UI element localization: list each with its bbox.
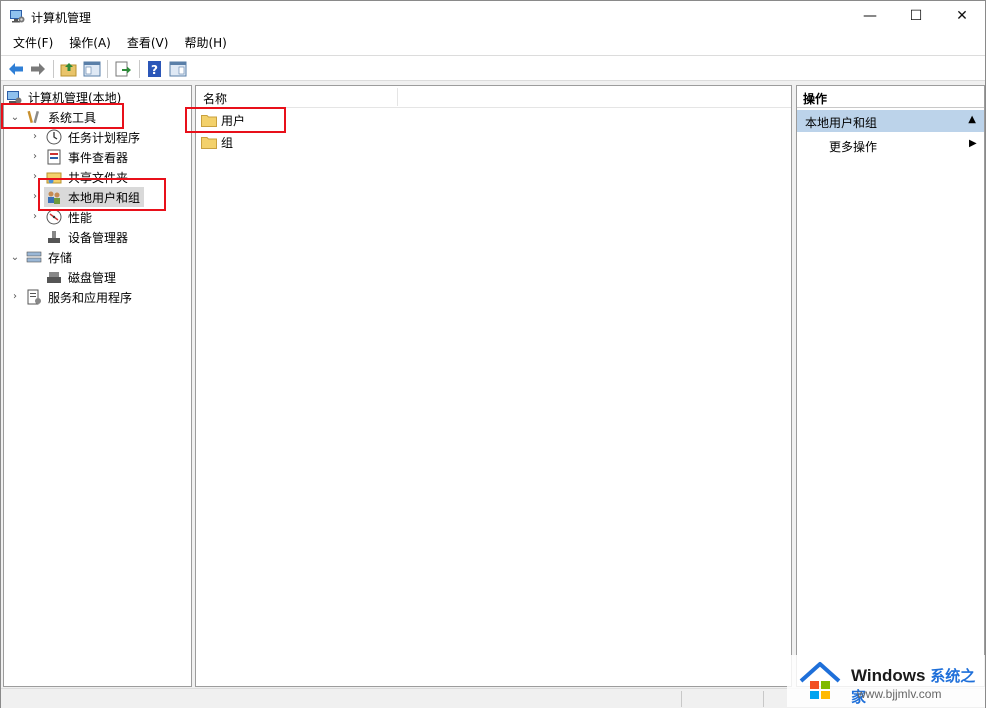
column-header-name[interactable]: 名称 — [203, 90, 227, 107]
status-divider — [763, 691, 764, 707]
tree-label-performance: 性能 — [68, 210, 93, 225]
expand-chevron-icon[interactable]: › — [10, 291, 20, 303]
tree-label-services-apps: 服务和应用程序 — [48, 290, 133, 305]
tools-icon — [27, 110, 40, 124]
result-list-pane[interactable]: 名称 用户 组 — [195, 85, 792, 687]
actions-pane: 操作 本地用户和组 ▲ 更多操作 ▶ — [796, 85, 985, 687]
expand-chevron-icon[interactable]: › — [30, 191, 40, 203]
windows-house-logo-icon — [799, 662, 841, 699]
expand-chevron-icon[interactable]: › — [30, 131, 40, 143]
up-folder-icon[interactable] — [60, 60, 78, 78]
device-manager-icon — [48, 231, 60, 243]
storage-icon — [26, 251, 42, 263]
tree-item-task-scheduler[interactable]: 任务计划程序 — [46, 127, 142, 147]
column-header: 名称 — [196, 86, 791, 108]
tree-item-performance[interactable]: 性能 — [46, 207, 94, 227]
tree-label-device-manager: 设备管理器 — [68, 230, 129, 245]
actions-group-local-users-groups[interactable]: 本地用户和组 ▲ — [797, 110, 984, 132]
console-tree-pane[interactable]: 计算机管理(本地) ⌄ 系统工具 › 任务计划程序 › 事件查看器 › 共享文件… — [3, 85, 192, 687]
toolbar-separator — [107, 60, 108, 78]
tree-label-disk-management: 磁盘管理 — [68, 270, 117, 285]
tree-label-shared-folders: 共享文件夹 — [68, 170, 129, 185]
users-group-icon — [48, 191, 60, 204]
list-item-label: 组 — [221, 135, 234, 150]
title-bar: 计算机管理 — ☐ ✕ — [1, 1, 985, 31]
toolbar-separator — [139, 60, 140, 78]
expand-chevron-icon[interactable]: › — [30, 211, 40, 223]
menu-file[interactable]: 文件(F) — [5, 31, 61, 55]
clock-icon — [46, 129, 62, 145]
menu-bar: 文件(F) 操作(A) 查看(V) 帮助(H) — [1, 31, 985, 55]
toolbar-separator — [53, 60, 54, 78]
svg-text:?: ? — [151, 63, 158, 77]
tree-item-storage[interactable]: 存储 — [26, 247, 74, 267]
services-icon — [27, 289, 41, 305]
tree-item-root[interactable]: 计算机管理(本地) — [6, 87, 123, 107]
computer-management-icon — [10, 10, 25, 23]
collapse-chevron-icon[interactable]: ⌄ — [10, 252, 20, 264]
more-actions-item[interactable]: 更多操作 — [829, 138, 877, 155]
actions-header: 操作 — [797, 86, 984, 108]
tree-label-system-tools: 系统工具 — [48, 110, 97, 125]
properties-icon[interactable] — [169, 60, 187, 78]
export-list-icon[interactable] — [114, 60, 132, 78]
expand-chevron-icon[interactable]: › — [30, 171, 40, 183]
watermark: Windows 系统之家 www.bjjmlv.com — [787, 655, 985, 707]
tree-label-task-scheduler: 任务计划程序 — [68, 130, 141, 145]
tree-label-event-viewer: 事件查看器 — [68, 150, 129, 165]
list-item-users[interactable]: 用户 — [201, 110, 245, 130]
folder-icon — [201, 114, 217, 127]
tree-item-shared-folders[interactable]: 共享文件夹 — [46, 167, 130, 187]
tree-label-storage: 存储 — [48, 250, 73, 265]
show-hide-tree-icon[interactable] — [83, 60, 101, 78]
column-divider[interactable] — [397, 88, 398, 106]
computer-management-window: 计算机管理 — ☐ ✕ 文件(F) 操作(A) 查看(V) 帮助(H) ? 计算… — [0, 0, 986, 708]
tree-label-root: 计算机管理(本地) — [28, 90, 122, 105]
tree-item-local-users-groups[interactable]: 本地用户和组 — [44, 187, 145, 207]
watermark-url: www.bjjmlv.com — [857, 687, 942, 701]
tree-item-event-viewer[interactable]: 事件查看器 — [46, 147, 130, 167]
tree-item-system-tools[interactable]: 系统工具 — [26, 107, 98, 127]
toolbar: ? — [1, 55, 985, 81]
collapse-chevron-icon[interactable]: ⌄ — [10, 112, 20, 124]
computer-management-icon — [7, 91, 22, 104]
shared-folder-icon — [46, 172, 62, 184]
close-button[interactable]: ✕ — [939, 1, 985, 31]
menu-view[interactable]: 查看(V) — [119, 31, 177, 55]
forward-icon[interactable] — [29, 60, 47, 78]
folder-icon — [201, 136, 217, 149]
tree-item-device-manager[interactable]: 设备管理器 — [46, 227, 130, 247]
status-divider — [681, 691, 682, 707]
actions-group-label: 本地用户和组 — [805, 116, 878, 130]
menu-help[interactable]: 帮助(H) — [176, 31, 234, 55]
menu-action[interactable]: 操作(A) — [61, 31, 119, 55]
performance-icon — [46, 209, 62, 225]
collapse-up-icon[interactable]: ▲ — [968, 114, 976, 125]
list-item-label: 用户 — [221, 113, 246, 128]
disk-management-icon — [47, 272, 61, 283]
tree-label-local-users-groups: 本地用户和组 — [68, 190, 141, 205]
help-icon[interactable]: ? — [146, 60, 164, 78]
window-title: 计算机管理 — [31, 11, 92, 25]
tree-item-services-apps[interactable]: 服务和应用程序 — [26, 287, 134, 307]
list-item-groups[interactable]: 组 — [201, 132, 233, 152]
expand-chevron-icon[interactable]: › — [30, 151, 40, 163]
maximize-button[interactable]: ☐ — [893, 1, 939, 31]
tree-item-disk-management[interactable]: 磁盘管理 — [46, 267, 118, 287]
event-log-icon — [47, 149, 61, 165]
submenu-arrow-icon[interactable]: ▶ — [969, 138, 977, 149]
minimize-button[interactable]: — — [847, 1, 893, 31]
back-icon[interactable] — [7, 60, 25, 78]
